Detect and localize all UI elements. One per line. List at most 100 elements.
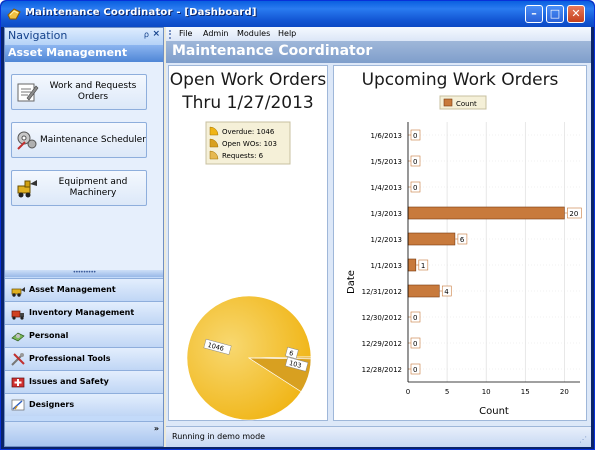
y-tick-label: 1/6/2013 (371, 132, 402, 140)
y-tick-label: 12/31/2012 (362, 288, 402, 296)
status-bar: Running in demo mode ⋰ (166, 426, 591, 447)
x-tick-label: 15 (521, 388, 530, 396)
app-icon (7, 8, 21, 20)
nav-group-body: Work and Requests Orders Maintenance Sch… (5, 62, 163, 270)
y-tick-label: 12/28/2012 (362, 366, 402, 374)
resize-grip-icon[interactable]: ⋰ (579, 435, 589, 445)
bar-1/3/2013[interactable] (407, 206, 565, 220)
pie-legend-item: Open WOs: 103 (222, 140, 277, 148)
y-tick-label: 1/4/2013 (371, 184, 402, 192)
nav-item-asset-management[interactable]: Asset Management (5, 278, 163, 301)
status-text: Running in demo mode (172, 432, 266, 441)
y-axis-title: Date (346, 270, 357, 294)
nav-item-personal[interactable]: Personal (5, 324, 163, 347)
bar-chart: Count 0 0 0 20 6 1 4 0 0 0 0 5 10 15 20 1/6/2013 1/5/20… (346, 95, 582, 417)
x-tick-label: 20 (560, 388, 569, 396)
scheduler-icon (17, 131, 37, 150)
bar-data-label: 0 (413, 314, 417, 322)
header-title: Maintenance Coordinator (172, 43, 373, 59)
menu-admin[interactable]: Admin (203, 29, 229, 38)
bar-axes: 0 5 10 15 201/6/20131/5/20131/4/20131/3/2013… (362, 122, 580, 396)
x-axis-title: Count (479, 406, 509, 417)
main-area: File Admin Modules Help Maintenance Coor… (166, 27, 591, 447)
bar-data-label: 6 (460, 236, 465, 244)
x-tick-label: 0 (406, 388, 410, 396)
equipment-icon (17, 180, 37, 198)
asset-icon (11, 287, 25, 297)
nav-group-header: Asset Management (5, 45, 163, 62)
chevron-right-icon[interactable]: » (154, 424, 159, 433)
bar-1/1/2013[interactable] (407, 258, 417, 272)
navigation-pane: Navigation ⍴ × Asset Management Work and… (4, 27, 164, 447)
bar-data-label: 20 (569, 210, 578, 218)
bar-legend-swatch (443, 98, 453, 107)
equipment-button[interactable]: Equipment and Machinery (11, 170, 147, 206)
title-bar[interactable]: Maintenance Coordinator - [Dashboard] – … (1, 1, 594, 27)
pie-chart: Overdue: 1046Open WOs: 103Requests: 6 10… (186, 121, 312, 421)
bar-1/2/2013[interactable] (407, 232, 456, 246)
bar-12/31/2012[interactable] (407, 284, 440, 298)
bar-data-label: 0 (413, 158, 417, 166)
maximize-button[interactable]: □ (546, 5, 564, 23)
nav-item-label: Professional Tools (29, 354, 111, 363)
y-tick-label: 1/3/2013 (371, 210, 402, 218)
menu-file[interactable]: File (179, 29, 192, 38)
window-title: Maintenance Coordinator - [Dashboard] (25, 7, 257, 18)
bar-chart-title: Upcoming Work Orders (361, 70, 559, 90)
nav-close-icon[interactable]: × (152, 29, 160, 39)
menu-grip-icon (169, 30, 171, 39)
y-tick-label: 12/30/2012 (362, 314, 402, 322)
y-tick-label: 1/1/2013 (371, 262, 402, 270)
pin-icon[interactable]: ⍴ (144, 30, 149, 39)
nav-title: Navigation (8, 29, 68, 42)
nav-group-title: Asset Management (8, 46, 128, 59)
work-orders-button[interactable]: Work and Requests Orders (11, 74, 147, 110)
x-tick-label: 5 (445, 388, 449, 396)
work-orders-label: Work and Requests Orders (49, 81, 137, 102)
pie-legend-item: Requests: 6 (222, 152, 264, 160)
y-tick-label: 1/2/2013 (371, 236, 402, 244)
open-work-orders-panel: Open Work Orders Thru 1/27/2013 Overdue:… (168, 65, 328, 421)
y-tick-label: 12/29/2012 (362, 340, 402, 348)
menu-modules[interactable]: Modules (237, 29, 270, 38)
personal-icon (11, 332, 25, 342)
menu-bar: File Admin Modules Help (166, 27, 591, 41)
tools-icon (11, 353, 25, 366)
pie-chart-title: Open Work Orders (169, 70, 327, 90)
bar-data-label: 0 (413, 340, 417, 348)
pie-legend-item: Overdue: 1046 (222, 128, 275, 136)
close-button[interactable]: ✕ (567, 5, 585, 23)
header-band: Maintenance Coordinator (166, 41, 591, 63)
upcoming-work-orders-panel: Upcoming Work Orders Count 0 0 0 20 6 1 4 0 0 0 0… (333, 65, 587, 421)
app-window: Maintenance Coordinator - [Dashboard] – … (0, 0, 595, 450)
nav-item-label: Inventory Management (29, 308, 135, 317)
nav-item-label: Issues and Safety (29, 377, 109, 386)
pie-chart-subtitle: Thru 1/27/2013 (182, 93, 314, 113)
safety-icon (11, 377, 25, 388)
bar-data-label: 0 (413, 184, 417, 192)
bar-data-label: 0 (413, 366, 417, 374)
designers-icon (11, 399, 25, 411)
nav-item-label: Personal (29, 331, 69, 340)
bar-data-label: 4 (444, 288, 449, 296)
menu-help[interactable]: Help (278, 29, 296, 38)
nav-footer[interactable]: » (5, 421, 163, 446)
nav-item-label: Designers (29, 400, 75, 409)
nav-header: Navigation ⍴ × (5, 28, 163, 45)
inventory-icon (11, 310, 24, 320)
pie-slices (186, 295, 312, 421)
maintenance-scheduler-button[interactable]: Maintenance Scheduler (11, 122, 147, 158)
x-tick-label: 10 (482, 388, 491, 396)
nav-splitter[interactable]: ••••••••• (5, 270, 163, 277)
nav-item-inventory-management[interactable]: Inventory Management (5, 301, 163, 324)
nav-item-professional-tools[interactable]: Professional Tools (5, 347, 163, 370)
nav-item-issues-and-safety[interactable]: Issues and Safety (5, 370, 163, 393)
work-orders-icon (17, 83, 39, 102)
bar-legend-label: Count (456, 100, 477, 108)
nav-item-designers[interactable]: Designers (5, 393, 163, 416)
minimize-button[interactable]: – (525, 5, 543, 23)
bar-data-label: 1 (421, 262, 425, 270)
maintenance-scheduler-label: Maintenance Scheduler (40, 134, 146, 145)
bar-grid (407, 122, 580, 382)
y-tick-label: 1/5/2013 (371, 158, 402, 166)
